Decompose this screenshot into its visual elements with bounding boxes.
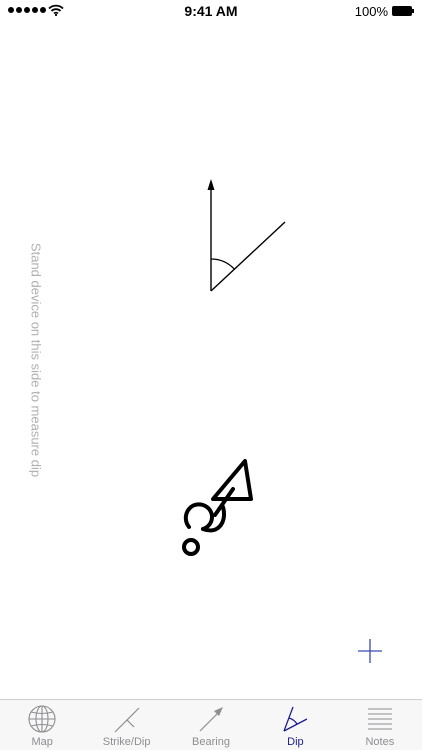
tab-notes-label: Notes [365,736,395,748]
add-button[interactable] [356,637,384,665]
dip-diagram [207,179,286,292]
strike-dip-icon [114,707,140,733]
tab-bearing-label: Bearing [192,736,230,748]
tab-bearing[interactable]: Bearing [169,700,253,750]
bearing-arrow-icon [199,707,224,732]
status-bar: 9:41 AM 100% [0,0,422,22]
battery-icon [392,6,414,16]
tab-strike-dip[interactable]: Strike/Dip [84,700,168,750]
tab-map[interactable]: Map [0,700,84,750]
globe-icon [28,705,56,733]
side-hint-label: Stand device on this side to measure dip [28,242,44,478]
tab-dip-label: Dip [287,736,304,748]
dip-reading-glyph [182,459,253,556]
tab-map-label: Map [31,736,53,748]
tab-notes[interactable]: Notes [338,700,422,750]
notes-lines-icon [367,708,392,730]
dip-angle-icon [283,706,308,732]
tab-strike-dip-label: Strike/Dip [102,736,151,748]
dip-screen: 9:41 AM 100% Stand device on this side t… [0,0,422,750]
tab-dip[interactable]: Dip [253,700,337,750]
battery-percent: 100% [354,4,388,19]
tab-bar: Map Strike/Dip Bearing Dip Notes [0,699,422,750]
